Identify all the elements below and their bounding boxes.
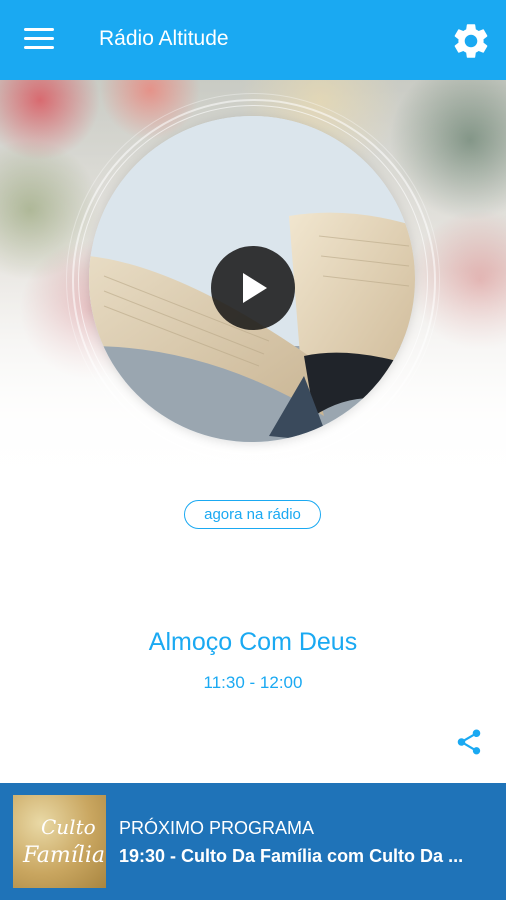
- menu-button[interactable]: [24, 28, 56, 52]
- play-button[interactable]: [211, 246, 295, 330]
- share-icon: [457, 729, 481, 755]
- current-program-title: Almoço Com Deus: [148, 628, 358, 656]
- next-program-thumbnail: Culto Família: [13, 795, 106, 888]
- gear-icon: [454, 24, 488, 58]
- next-program-title: 19:30 - Culto Da Família com Culto Da ..…: [119, 846, 464, 866]
- next-program-bar[interactable]: Culto Família: [0, 783, 506, 900]
- settings-button[interactable]: [450, 20, 492, 62]
- thumbnail-text-culto: Culto: [41, 815, 96, 839]
- app-bar: Rádio Altitude: [0, 0, 506, 80]
- hamburger-menu-icon: [24, 28, 54, 31]
- current-program-time: 11:30 - 12:00: [203, 673, 303, 692]
- next-program-label: PRÓXIMO PROGRAMA: [119, 818, 315, 838]
- thumbnail-text-familia: Família: [23, 843, 105, 868]
- play-icon: [243, 273, 267, 303]
- player-hero: [0, 80, 506, 500]
- now-on-air-badge: agora na rádio: [184, 500, 321, 529]
- app-title: Rádio Altitude: [99, 27, 229, 50]
- share-button[interactable]: [454, 727, 484, 757]
